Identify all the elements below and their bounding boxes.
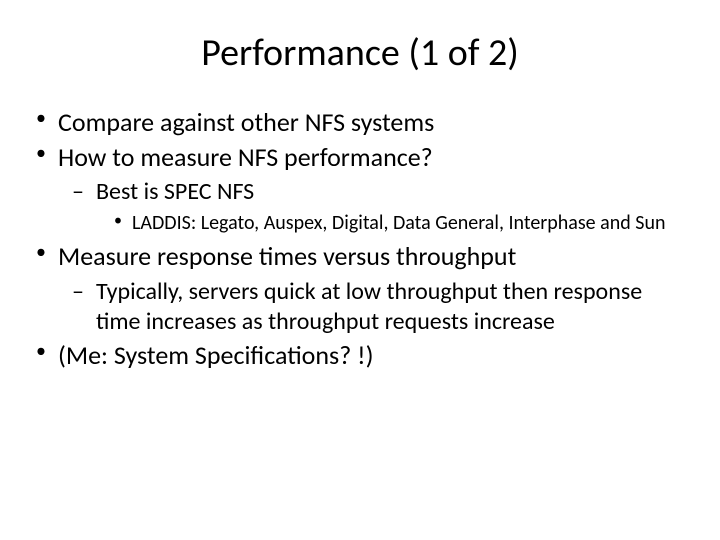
bullet-text: Typically, servers quick at low throughp…: [96, 277, 642, 336]
bullet-text: (Me: System Specifications? !): [58, 339, 374, 371]
bullet-item: (Me: System Specifications? !): [30, 339, 690, 372]
bullet-text: Measure response times versus throughput: [58, 240, 516, 272]
bullet-item: How to measure NFS performance? Best is …: [30, 141, 690, 237]
bullet-list-level3: LADDIS: Legato, Auspex, Digital, Data Ge…: [96, 211, 690, 236]
bullet-item: LADDIS: Legato, Auspex, Digital, Data Ge…: [108, 211, 690, 236]
bullet-list-level2: Best is SPEC NFS LADDIS: Legato, Auspex,…: [58, 177, 690, 236]
bullet-text: How to measure NFS performance?: [58, 141, 433, 173]
bullet-text: LADDIS: Legato, Auspex, Digital, Data Ge…: [132, 211, 665, 235]
bullet-text: Compare against other NFS systems: [58, 106, 434, 138]
bullet-item: Compare against other NFS systems: [30, 106, 690, 139]
slide-title: Performance (1 of 2): [30, 30, 690, 76]
bullet-item: Typically, servers quick at low throughp…: [66, 277, 690, 337]
slide: Performance (1 of 2) Compare against oth…: [0, 0, 720, 540]
bullet-item: Best is SPEC NFS LADDIS: Legato, Auspex,…: [66, 177, 690, 236]
bullet-text: Best is SPEC NFS: [96, 177, 254, 206]
bullet-list-level1: Compare against other NFS systems How to…: [30, 106, 690, 371]
bullet-item: Measure response times versus throughput…: [30, 240, 690, 337]
bullet-list-level2: Typically, servers quick at low throughp…: [58, 277, 690, 337]
